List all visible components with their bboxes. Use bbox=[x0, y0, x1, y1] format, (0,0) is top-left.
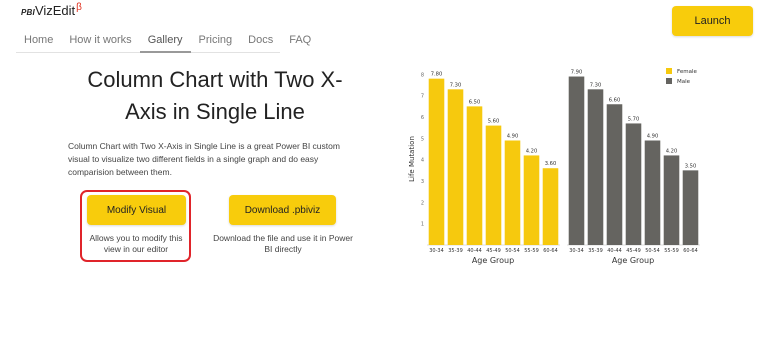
legend-swatch-male bbox=[666, 78, 672, 84]
x-tick-label: 45-49 bbox=[626, 248, 641, 254]
legend-label-female: Female bbox=[677, 69, 698, 75]
y-axis-label: Life Mutation bbox=[408, 136, 416, 182]
y-tick-label: 6 bbox=[421, 115, 424, 121]
data-label: 7.30 bbox=[450, 82, 462, 88]
bar-female bbox=[523, 155, 540, 245]
legend-swatch-female bbox=[666, 68, 672, 74]
nav-docs[interactable]: Docs bbox=[240, 31, 281, 53]
bar-male bbox=[587, 89, 604, 245]
data-label: 4.90 bbox=[647, 134, 659, 140]
x-tick-label: 40-44 bbox=[607, 248, 622, 254]
y-tick-label: 4 bbox=[421, 158, 424, 164]
x-tick-label: 40-44 bbox=[467, 248, 482, 254]
bar-female bbox=[542, 168, 559, 245]
data-label: 3.50 bbox=[685, 163, 697, 169]
bar-female bbox=[485, 125, 502, 245]
x-tick-label: 30-34 bbox=[569, 248, 584, 254]
x-tick-label: 55-59 bbox=[664, 248, 679, 254]
x-tick-label: 60-64 bbox=[543, 248, 558, 254]
nav-gallery[interactable]: Gallery bbox=[139, 31, 191, 53]
nav-how-it-works[interactable]: How it works bbox=[61, 31, 139, 53]
bar-male bbox=[682, 170, 699, 245]
logo-main: VizEdit bbox=[34, 3, 76, 18]
legend-label-male: Male bbox=[677, 79, 691, 85]
x-tick-label: 30-34 bbox=[429, 248, 444, 254]
logo[interactable]: PBIVizEditβ bbox=[21, 2, 82, 18]
header: PBIVizEditβ Home How it works Gallery Pr… bbox=[0, 0, 776, 55]
y-tick-label: 1 bbox=[421, 222, 424, 228]
y-tick-label: 5 bbox=[421, 136, 424, 142]
x-tick-label: 55-59 bbox=[524, 248, 539, 254]
x-tick-label: 45-49 bbox=[486, 248, 501, 254]
logo-prefix: PBI bbox=[21, 8, 35, 17]
bar-male bbox=[625, 123, 642, 245]
data-label: 7.30 bbox=[590, 82, 602, 88]
data-label: 5.70 bbox=[628, 116, 640, 122]
bar-male bbox=[644, 140, 661, 245]
data-label: 7.80 bbox=[431, 72, 443, 78]
bar-male bbox=[663, 155, 680, 245]
data-label: 5.60 bbox=[488, 119, 500, 125]
logo-beta: β bbox=[76, 2, 82, 13]
x-axis-label-female: Age Group bbox=[472, 256, 514, 265]
nav-pricing[interactable]: Pricing bbox=[191, 31, 241, 53]
y-tick-label: 8 bbox=[421, 72, 424, 78]
x-tick-label: 35-39 bbox=[448, 248, 463, 254]
data-label: 4.20 bbox=[666, 148, 678, 154]
data-label: 6.60 bbox=[609, 97, 621, 103]
bar-female bbox=[504, 140, 521, 245]
bar-male bbox=[568, 76, 585, 245]
x-tick-label: 50-54 bbox=[505, 248, 520, 254]
main-nav: Home How it works Gallery Pricing Docs F… bbox=[16, 31, 311, 53]
bar-female bbox=[466, 106, 483, 245]
page-title: Column Chart with Two X-Axis in Single L… bbox=[87, 67, 343, 124]
page-description: Column Chart with Two X-Axis in Single L… bbox=[68, 141, 340, 177]
data-label: 7.90 bbox=[571, 70, 583, 76]
nav-home[interactable]: Home bbox=[16, 31, 61, 53]
modify-visual-button[interactable]: Modify Visual bbox=[87, 195, 186, 225]
bar-female bbox=[428, 78, 445, 245]
x-tick-label: 60-64 bbox=[683, 248, 698, 254]
data-label: 4.90 bbox=[507, 134, 519, 140]
download-pbiviz-button[interactable]: Download .pbiviz bbox=[229, 195, 336, 225]
data-label: 4.20 bbox=[526, 148, 538, 154]
nav-faq[interactable]: FAQ bbox=[281, 31, 319, 53]
x-tick-label: 50-54 bbox=[645, 248, 660, 254]
bar-female bbox=[447, 89, 464, 245]
x-axis-label-male: Age Group bbox=[612, 256, 654, 265]
y-tick-label: 2 bbox=[421, 200, 424, 206]
chart-visual: Life Mutation Age Group Age Group 1 2 3 4 5 6… bbox=[408, 68, 700, 265]
bar-male bbox=[606, 104, 623, 245]
launch-button[interactable]: Launch bbox=[672, 6, 753, 36]
data-label: 3.60 bbox=[545, 161, 557, 167]
modify-visual-note: Allows you to modify this view in our ed… bbox=[89, 233, 183, 254]
y-tick-label: 7 bbox=[421, 94, 424, 100]
download-pbiviz-note: Download the file and use it in Power BI… bbox=[213, 233, 353, 254]
x-tick-label: 35-39 bbox=[588, 248, 603, 254]
data-label: 6.50 bbox=[469, 99, 481, 105]
y-tick-label: 3 bbox=[421, 179, 424, 185]
